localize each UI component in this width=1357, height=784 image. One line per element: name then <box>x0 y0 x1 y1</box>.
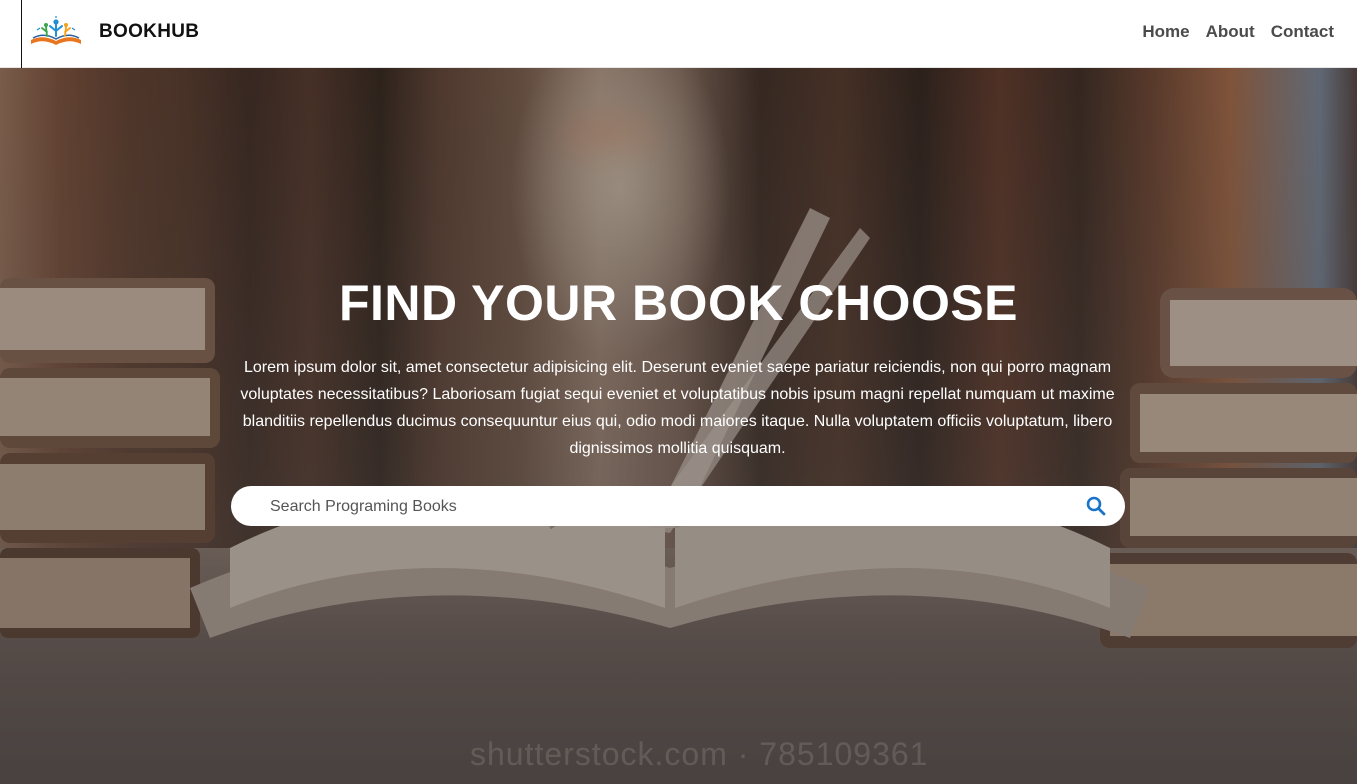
search-input[interactable] <box>268 486 1072 528</box>
watermark-text: shutterstock.com · 785109361 <box>470 736 929 772</box>
hero-title: FIND YOUR BOOK CHOOSE <box>338 275 1019 331</box>
search-bar <box>231 486 1125 528</box>
bookhub-logo-icon[interactable] <box>27 14 85 50</box>
brand-name[interactable]: BOOKHUB <box>99 21 199 43</box>
search-icon[interactable] <box>1085 495 1107 517</box>
nav-link-contact[interactable]: Contact <box>1271 22 1334 42</box>
navbar-edge-line <box>21 0 22 68</box>
nav-link-about[interactable]: About <box>1206 22 1255 42</box>
nav-link-home[interactable]: Home <box>1142 22 1189 42</box>
hero-description: Lorem ipsum dolor sit, amet consectetur … <box>240 359 1115 457</box>
nav-links: Home About Contact <box>1142 22 1334 42</box>
navbar: BOOKHUB Home About Contact <box>0 0 1357 68</box>
